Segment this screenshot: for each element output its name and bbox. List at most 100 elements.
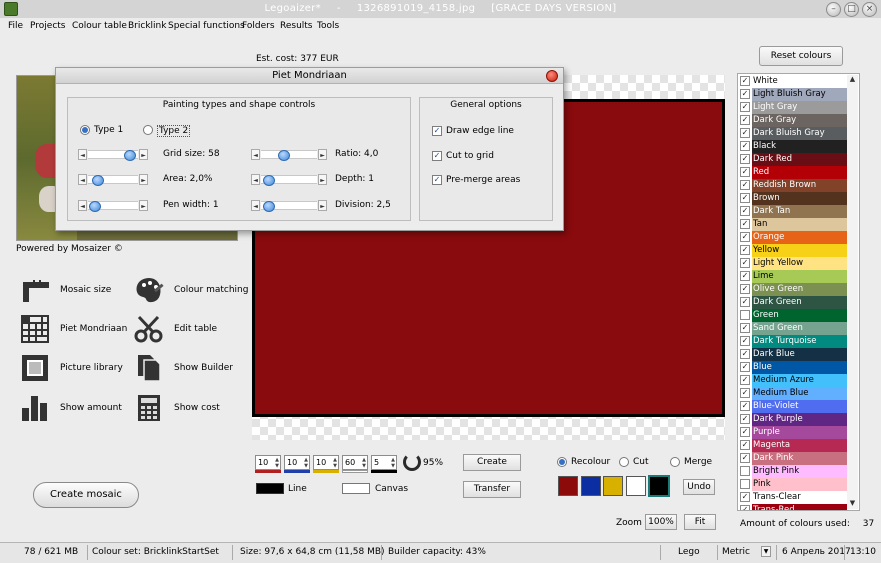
spinner-yellow[interactable]: 10 ▲ ▼ (313, 455, 339, 470)
paint-swatch-white[interactable] (626, 476, 646, 496)
refresh-icon[interactable] (403, 453, 421, 471)
colour-checkbox[interactable]: ✓ (740, 284, 750, 294)
recolour-radio[interactable] (557, 457, 567, 467)
colour-row[interactable]: ✓ Dark Purple (739, 413, 847, 426)
colour-checkbox[interactable]: ✓ (740, 245, 750, 255)
colour-row[interactable]: ✓ Reddish Brown (739, 179, 847, 192)
colour-checkbox[interactable]: ✓ (740, 401, 750, 411)
tool-edit-table[interactable]: Edit table (134, 315, 244, 343)
create-mosaic-button[interactable]: Create mosaic (33, 482, 139, 508)
colour-row[interactable]: ✓ Dark Green (739, 296, 847, 309)
colour-checkbox[interactable]: ✓ (740, 505, 750, 510)
colour-row[interactable]: ✓ Dark Red (739, 153, 847, 166)
minimize-button[interactable]: – (826, 2, 841, 17)
tool-piet-mondriaan[interactable]: Piet Mondriaan (20, 315, 130, 343)
menu-special-functions[interactable]: Special functions (168, 21, 245, 31)
colour-checkbox[interactable]: ✓ (740, 375, 750, 385)
colour-row[interactable]: ✓ Dark Gray (739, 114, 847, 127)
grid-size-slider[interactable]: ◄ ► (78, 149, 148, 161)
colour-checkbox[interactable]: ✓ (740, 128, 750, 138)
tool-show-cost[interactable]: Show cost (134, 394, 244, 422)
line-color-swatch[interactable] (256, 483, 284, 494)
cut-radio[interactable] (619, 457, 629, 467)
cut-to-grid-checkbox[interactable]: ✓ (432, 151, 442, 161)
menu-folders[interactable]: Folders (242, 21, 275, 31)
menu-projects[interactable]: Projects (30, 21, 65, 31)
colour-row[interactable]: Green (739, 309, 847, 322)
colour-list-scrollbar[interactable]: ▲ ▼ (847, 75, 858, 509)
colour-row[interactable]: ✓ Tan (739, 218, 847, 231)
undo-button[interactable]: Undo (683, 479, 715, 495)
colour-checkbox[interactable]: ✓ (740, 440, 750, 450)
menu-colour-table[interactable]: Colour table (72, 21, 127, 31)
zoom-100-button[interactable]: 100% (645, 514, 677, 530)
colour-row[interactable]: ✓ Trans-Red (739, 504, 847, 510)
colour-checkbox[interactable]: ✓ (740, 141, 750, 151)
ratio-slider[interactable]: ◄ ► (251, 149, 327, 161)
unit-dropdown-chevron-icon[interactable]: ▼ (761, 546, 771, 557)
colour-checkbox[interactable]: ✓ (740, 323, 750, 333)
pen-width-slider[interactable]: ◄ ► (78, 200, 148, 212)
colour-checkbox[interactable]: ✓ (740, 154, 750, 164)
colour-row[interactable]: ✓ Lime (739, 270, 847, 283)
colour-row[interactable]: ✓ Light Yellow (739, 257, 847, 270)
colour-checkbox[interactable] (740, 479, 750, 489)
tool-show-amount[interactable]: Show amount (20, 394, 130, 422)
depth-slider[interactable]: ◄ ► (251, 174, 327, 186)
colour-checkbox[interactable]: ✓ (740, 167, 750, 177)
tool-picture-library[interactable]: Picture library (20, 354, 130, 382)
colour-checkbox[interactable] (740, 466, 750, 476)
colour-checkbox[interactable]: ✓ (740, 427, 750, 437)
colour-row[interactable]: ✓ Dark Tan (739, 205, 847, 218)
colour-row[interactable]: Bright Pink (739, 465, 847, 478)
draw-edge-line-checkbox[interactable]: ✓ (432, 126, 442, 136)
menu-bricklink[interactable]: Bricklink (128, 21, 166, 31)
merge-radio[interactable] (670, 457, 680, 467)
colour-checkbox[interactable]: ✓ (740, 115, 750, 125)
transfer-button[interactable]: Transfer (463, 481, 521, 498)
colour-checkbox[interactable]: ✓ (740, 206, 750, 216)
paint-swatch-yellow[interactable] (603, 476, 623, 496)
menu-tools[interactable]: Tools (317, 21, 339, 31)
colour-checkbox[interactable]: ✓ (740, 492, 750, 502)
colour-row[interactable]: ✓ Olive Green (739, 283, 847, 296)
colour-checkbox[interactable]: ✓ (740, 453, 750, 463)
create-button[interactable]: Create (463, 454, 521, 471)
paint-swatch-blue[interactable] (581, 476, 601, 496)
maximize-button[interactable]: □ (844, 2, 859, 17)
spinner-red[interactable]: 10 ▲ ▼ (255, 455, 281, 470)
colour-row[interactable]: ✓ Medium Azure (739, 374, 847, 387)
colour-checkbox[interactable]: ✓ (740, 102, 750, 112)
colour-row[interactable]: ✓ Yellow (739, 244, 847, 257)
paint-swatch-black-selected[interactable] (648, 475, 670, 497)
colour-row[interactable]: ✓ Blue (739, 361, 847, 374)
colour-checkbox[interactable]: ✓ (740, 76, 750, 86)
colour-row[interactable]: ✓ Blue-Violet (739, 400, 847, 413)
colour-checkbox[interactable] (740, 310, 750, 320)
dialog-close-icon[interactable] (546, 70, 558, 82)
scroll-down-icon[interactable]: ▼ (847, 499, 858, 509)
colour-row[interactable]: ✓ Red (739, 166, 847, 179)
colour-row[interactable]: ✓ Black (739, 140, 847, 153)
type2-radio[interactable] (143, 125, 153, 135)
colour-row[interactable]: ✓ Sand Green (739, 322, 847, 335)
close-window-button[interactable]: × (862, 2, 877, 17)
status-unit[interactable]: Metric (722, 547, 750, 557)
colour-row[interactable]: ✓ Light Gray (739, 101, 847, 114)
colour-row[interactable]: ✓ Medium Blue (739, 387, 847, 400)
pre-merge-areas-checkbox[interactable]: ✓ (432, 175, 442, 185)
colour-row[interactable]: ✓ Purple (739, 426, 847, 439)
colour-checkbox[interactable]: ✓ (740, 362, 750, 372)
colour-row[interactable]: Pink (739, 478, 847, 491)
colour-row[interactable]: ✓ Magenta (739, 439, 847, 452)
colour-checkbox[interactable]: ✓ (740, 271, 750, 281)
colour-row[interactable]: ✓ Dark Blue (739, 348, 847, 361)
paint-swatch-red[interactable] (558, 476, 578, 496)
reset-colours-button[interactable]: Reset colours (759, 46, 843, 66)
scroll-up-icon[interactable]: ▲ (847, 75, 858, 85)
canvas-color-swatch[interactable] (342, 483, 370, 494)
colour-checkbox[interactable]: ✓ (740, 232, 750, 242)
colour-checkbox[interactable]: ✓ (740, 414, 750, 424)
spinner-blue[interactable]: 10 ▲ ▼ (284, 455, 310, 470)
fit-button[interactable]: Fit (684, 514, 716, 530)
